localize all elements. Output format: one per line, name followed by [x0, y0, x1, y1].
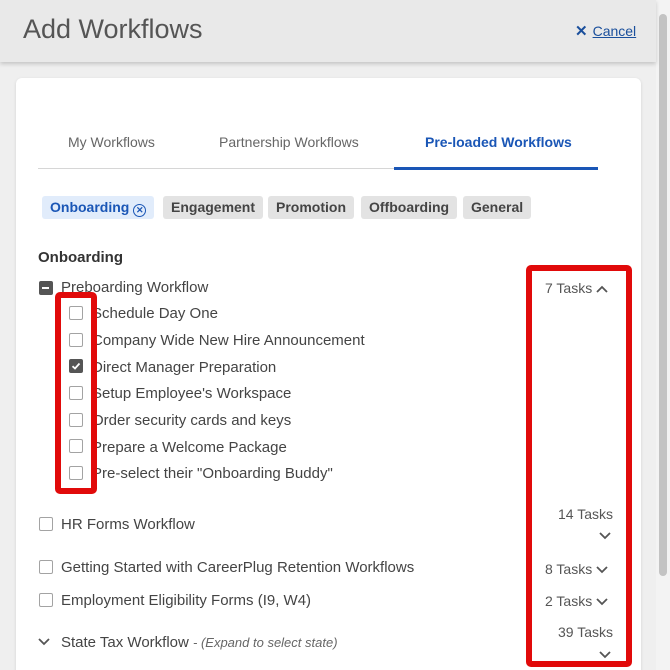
tasks-toggle[interactable]: 8 Tasks — [545, 561, 608, 577]
task-checkbox-checked[interactable] — [69, 359, 83, 373]
task-label: Setup Employee's Workspace — [92, 385, 292, 402]
tab-preloaded-workflows[interactable]: Pre-loaded Workflows — [425, 134, 572, 150]
task-label: Pre-select their "Onboarding Buddy" — [92, 465, 333, 482]
remove-filter-icon[interactable]: ✕ — [133, 204, 147, 217]
workflow-name: Preboarding Workflow — [61, 279, 209, 296]
cancel-label: Cancel — [592, 23, 637, 39]
task-label: Direct Manager Preparation — [92, 359, 277, 376]
modal-header: Add Workflows ✕ Cancel — [0, 0, 656, 62]
task-label: Schedule Day One — [92, 305, 218, 322]
task-checkbox[interactable] — [69, 306, 83, 320]
workflow-tabs: My Workflows Partnership Workflows Pre-l… — [38, 122, 598, 170]
tasks-toggle[interactable]: 2 Tasks — [545, 593, 608, 609]
tasks-count: 8 Tasks — [545, 561, 593, 577]
checkmark-icon — [71, 362, 81, 370]
expand-chevron-icon[interactable] — [38, 638, 50, 646]
section-title: Onboarding — [38, 249, 123, 266]
filter-chip-general[interactable]: General — [463, 196, 532, 219]
chevron-down-icon — [596, 598, 608, 606]
chevron-down-icon — [596, 566, 608, 574]
page-title: Add Workflows — [23, 14, 203, 44]
workflow-checkbox[interactable] — [39, 560, 53, 574]
scrollbar-thumb[interactable] — [659, 14, 667, 576]
filter-chip-onboarding[interactable]: Onboarding ✕ — [42, 196, 155, 219]
tasks-count: 7 Tasks — [545, 280, 593, 296]
filter-chip-label: Onboarding — [50, 199, 130, 215]
filter-chip-promotion[interactable]: Promotion — [268, 196, 354, 219]
tasks-toggle[interactable]: 39 Tasks — [558, 624, 613, 640]
cancel-button[interactable]: ✕ Cancel — [575, 22, 636, 40]
workflow-name: Getting Started with CareerPlug Retentio… — [61, 559, 415, 576]
task-checkbox[interactable] — [69, 439, 83, 453]
preboarding-workflow-checkbox[interactable] — [39, 281, 53, 295]
task-label: Order security cards and keys — [92, 412, 292, 429]
filter-chip-offboarding[interactable]: Offboarding — [361, 196, 458, 219]
close-icon: ✕ — [575, 23, 588, 40]
workflow-name: State Tax Workflow — [61, 634, 189, 651]
tasks-count: 39 Tasks — [558, 624, 613, 640]
task-label: Prepare a Welcome Package — [92, 439, 287, 456]
workflow-name-row: State Tax Workflow - (Expand to select s… — [61, 634, 338, 651]
chevron-up-icon — [596, 286, 608, 293]
task-checkbox[interactable] — [69, 413, 83, 427]
tasks-count: 2 Tasks — [545, 593, 593, 609]
filter-chip-engagement[interactable]: Engagement — [163, 196, 264, 219]
task-label: Company Wide New Hire Announcement — [92, 332, 365, 349]
chevron-down-icon[interactable] — [599, 532, 611, 540]
tab-partnership-workflows[interactable]: Partnership Workflows — [219, 134, 359, 150]
workflow-checkbox[interactable] — [39, 517, 53, 531]
task-checkbox[interactable] — [69, 466, 83, 480]
chevron-down-icon[interactable] — [599, 651, 611, 659]
tab-my-workflows[interactable]: My Workflows — [68, 134, 155, 150]
tasks-toggle[interactable]: 14 Tasks — [558, 506, 613, 522]
task-checkbox[interactable] — [69, 386, 83, 400]
workflow-name: Employment Eligibility Forms (I9, W4) — [61, 592, 312, 609]
tasks-count: 14 Tasks — [558, 506, 613, 522]
workflow-checkbox[interactable] — [39, 593, 53, 607]
tasks-toggle[interactable]: 7 Tasks — [545, 280, 608, 296]
expand-hint: - (Expand to select state) — [193, 635, 338, 650]
active-tab-indicator — [394, 167, 598, 170]
workflow-name: HR Forms Workflow — [61, 516, 195, 533]
task-checkbox[interactable] — [69, 333, 83, 347]
